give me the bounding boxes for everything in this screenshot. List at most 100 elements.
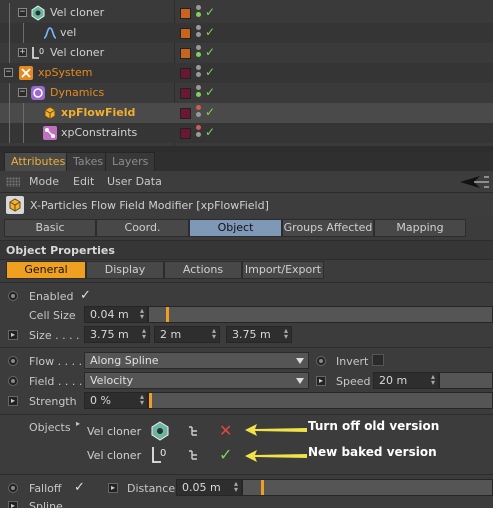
disabled-x-icon[interactable]: ✕ [219, 421, 232, 440]
visibility-dots[interactable] [196, 105, 202, 121]
object-row-vel-cloner-1[interactable]: − Vel cloner ✓ [0, 3, 493, 23]
stepper-arrows-icon[interactable]: ▴ ▾ [431, 373, 435, 387]
stepper-arrows-icon[interactable]: ▴ ▾ [142, 327, 146, 341]
visibility-dots[interactable] [196, 5, 202, 21]
collapse-toggle[interactable]: − [18, 88, 27, 97]
object-label[interactable]: Vel cloner [50, 6, 104, 19]
animate-radio[interactable] [8, 291, 18, 301]
slider-knob[interactable] [261, 480, 264, 495]
stepper-arrows-icon[interactable]: ▴ ▾ [140, 307, 144, 321]
speed-input[interactable]: 20 m ▴ ▾ [373, 372, 439, 389]
animate-radio[interactable] [8, 356, 18, 366]
enabled-check-icon[interactable]: ✓ [205, 65, 215, 79]
enabled-check-icon[interactable]: ✓ [205, 85, 215, 99]
stepper-arrows-icon[interactable]: ▴ ▾ [284, 327, 288, 341]
collapse-toggle[interactable]: − [4, 68, 13, 77]
cell-size-slider[interactable] [148, 306, 493, 323]
animate-radio[interactable] [8, 483, 18, 493]
invert-animate-radio[interactable] [316, 356, 326, 366]
row-cell-size: Cell Size 0.04 m ▴ ▾ [0, 305, 493, 325]
grip-handle-icon[interactable] [6, 177, 20, 187]
stepper-arrows-icon[interactable]: ▴ ▾ [140, 393, 144, 407]
expand-toggle[interactable]: + [18, 48, 27, 57]
distance-animate-button[interactable]: ▸ [108, 483, 118, 493]
enabled-check-icon[interactable]: ✓ [219, 445, 232, 464]
layer-color-swatch[interactable] [180, 128, 191, 139]
tab-basic[interactable]: Basic [4, 219, 96, 237]
menu-user-data[interactable]: User Data [107, 175, 162, 188]
layer-color-swatch[interactable] [180, 28, 191, 39]
menu-mode[interactable]: Mode [29, 175, 59, 188]
object-row-vel-cloner-2[interactable]: + 0 Vel cloner ✓ [0, 43, 493, 63]
back-arrow-icon[interactable] [458, 175, 490, 189]
strength-animate-button[interactable]: ▸ [8, 396, 18, 406]
object-label[interactable]: xpConstraints [61, 126, 137, 139]
distance-slider[interactable] [242, 479, 493, 496]
spline-animate-button[interactable]: ▸ [8, 501, 18, 508]
layer-color-swatch[interactable] [180, 68, 191, 79]
object-label[interactable]: xpSystem [38, 66, 93, 79]
panel-tab-strip: Attributes Takes Layers [0, 152, 493, 171]
separator [0, 474, 493, 475]
strength-input[interactable]: 0 % ▴ ▾ [84, 392, 148, 409]
objects-expand-icon[interactable]: ▸ [76, 419, 80, 428]
speed-label: Speed [336, 375, 371, 388]
visibility-dots[interactable] [196, 125, 202, 141]
tab-attributes[interactable]: Attributes [4, 152, 73, 171]
object-row-xpflowfield[interactable]: xpFlowField ✓ [0, 103, 493, 123]
speed-animate-button[interactable]: ▸ [316, 376, 326, 386]
tab-object[interactable]: Object [189, 219, 282, 237]
tab-groups-affected[interactable]: Groups Affected [282, 219, 374, 237]
enabled-check-icon[interactable]: ✓ [205, 105, 215, 119]
visibility-dots[interactable] [196, 25, 202, 41]
slider-knob[interactable] [166, 307, 169, 322]
flow-dropdown[interactable]: Along Spline [84, 352, 309, 369]
stepper-arrows-icon[interactable]: ▴ ▾ [212, 327, 216, 341]
distance-input[interactable]: 0.05 m ▴ ▾ [176, 479, 242, 496]
enabled-check-icon[interactable]: ✓ [205, 5, 215, 19]
expand-vector-icon[interactable]: ▸ [8, 330, 18, 340]
tab-layers[interactable]: Layers [105, 152, 156, 171]
visibility-dots[interactable] [196, 85, 202, 101]
object-label[interactable]: Vel cloner [50, 46, 104, 59]
object-row-xpconstraints[interactable]: xpConstraints ✓ [0, 123, 493, 143]
collapse-toggle[interactable]: − [18, 8, 27, 17]
object-label[interactable]: Dynamics [50, 86, 104, 99]
size-x-input[interactable]: 3.75 m ▴ ▾ [84, 326, 150, 343]
strength-slider[interactable] [148, 392, 493, 409]
object-label[interactable]: xpFlowField [61, 106, 135, 119]
tab-takes[interactable]: Takes [66, 152, 111, 171]
slider-knob[interactable] [149, 393, 152, 408]
invert-checkbox[interactable] [372, 354, 384, 366]
menu-edit[interactable]: Edit [73, 175, 94, 188]
tab-coord[interactable]: Coord. [96, 219, 189, 237]
tab-mapping[interactable]: Mapping [374, 219, 466, 237]
subtab-actions[interactable]: Actions [164, 261, 242, 279]
cell-size-input[interactable]: 0.04 m ▴ ▾ [84, 306, 148, 323]
layer-color-swatch[interactable] [180, 8, 191, 19]
subtab-import-export[interactable]: Import/Export [242, 261, 324, 279]
object-label[interactable]: vel [60, 26, 76, 39]
tree-line [23, 23, 24, 43]
stepper-arrows-icon[interactable]: ▴ ▾ [234, 480, 238, 494]
object-row-xpsystem[interactable]: − xpSystem ✓ [0, 63, 493, 83]
enabled-check-icon[interactable]: ✓ [205, 45, 215, 59]
visibility-dots[interactable] [196, 45, 202, 61]
layer-color-swatch[interactable] [180, 108, 191, 119]
enabled-check-icon[interactable]: ✓ [205, 25, 215, 39]
speed-slider[interactable] [439, 372, 493, 389]
size-z-input[interactable]: 3.75 m ▴ ▾ [226, 326, 292, 343]
object-row-dynamics[interactable]: − Dynamics ✓ [0, 83, 493, 103]
size-y-input[interactable]: 2 m ▴ ▾ [154, 326, 220, 343]
enabled-check-icon[interactable]: ✓ [205, 125, 215, 139]
subtab-display[interactable]: Display [86, 261, 164, 279]
animate-radio[interactable] [8, 376, 18, 386]
falloff-checkbox[interactable]: ✓ [74, 480, 85, 495]
layer-color-swatch[interactable] [180, 88, 191, 99]
object-row-vel[interactable]: vel ✓ [0, 23, 493, 43]
layer-color-swatch[interactable] [180, 48, 191, 59]
subtab-general[interactable]: General [6, 261, 86, 279]
field-dropdown[interactable]: Velocity [84, 372, 309, 389]
enabled-checkbox[interactable]: ✓ [80, 288, 91, 303]
visibility-dots[interactable] [196, 65, 202, 81]
